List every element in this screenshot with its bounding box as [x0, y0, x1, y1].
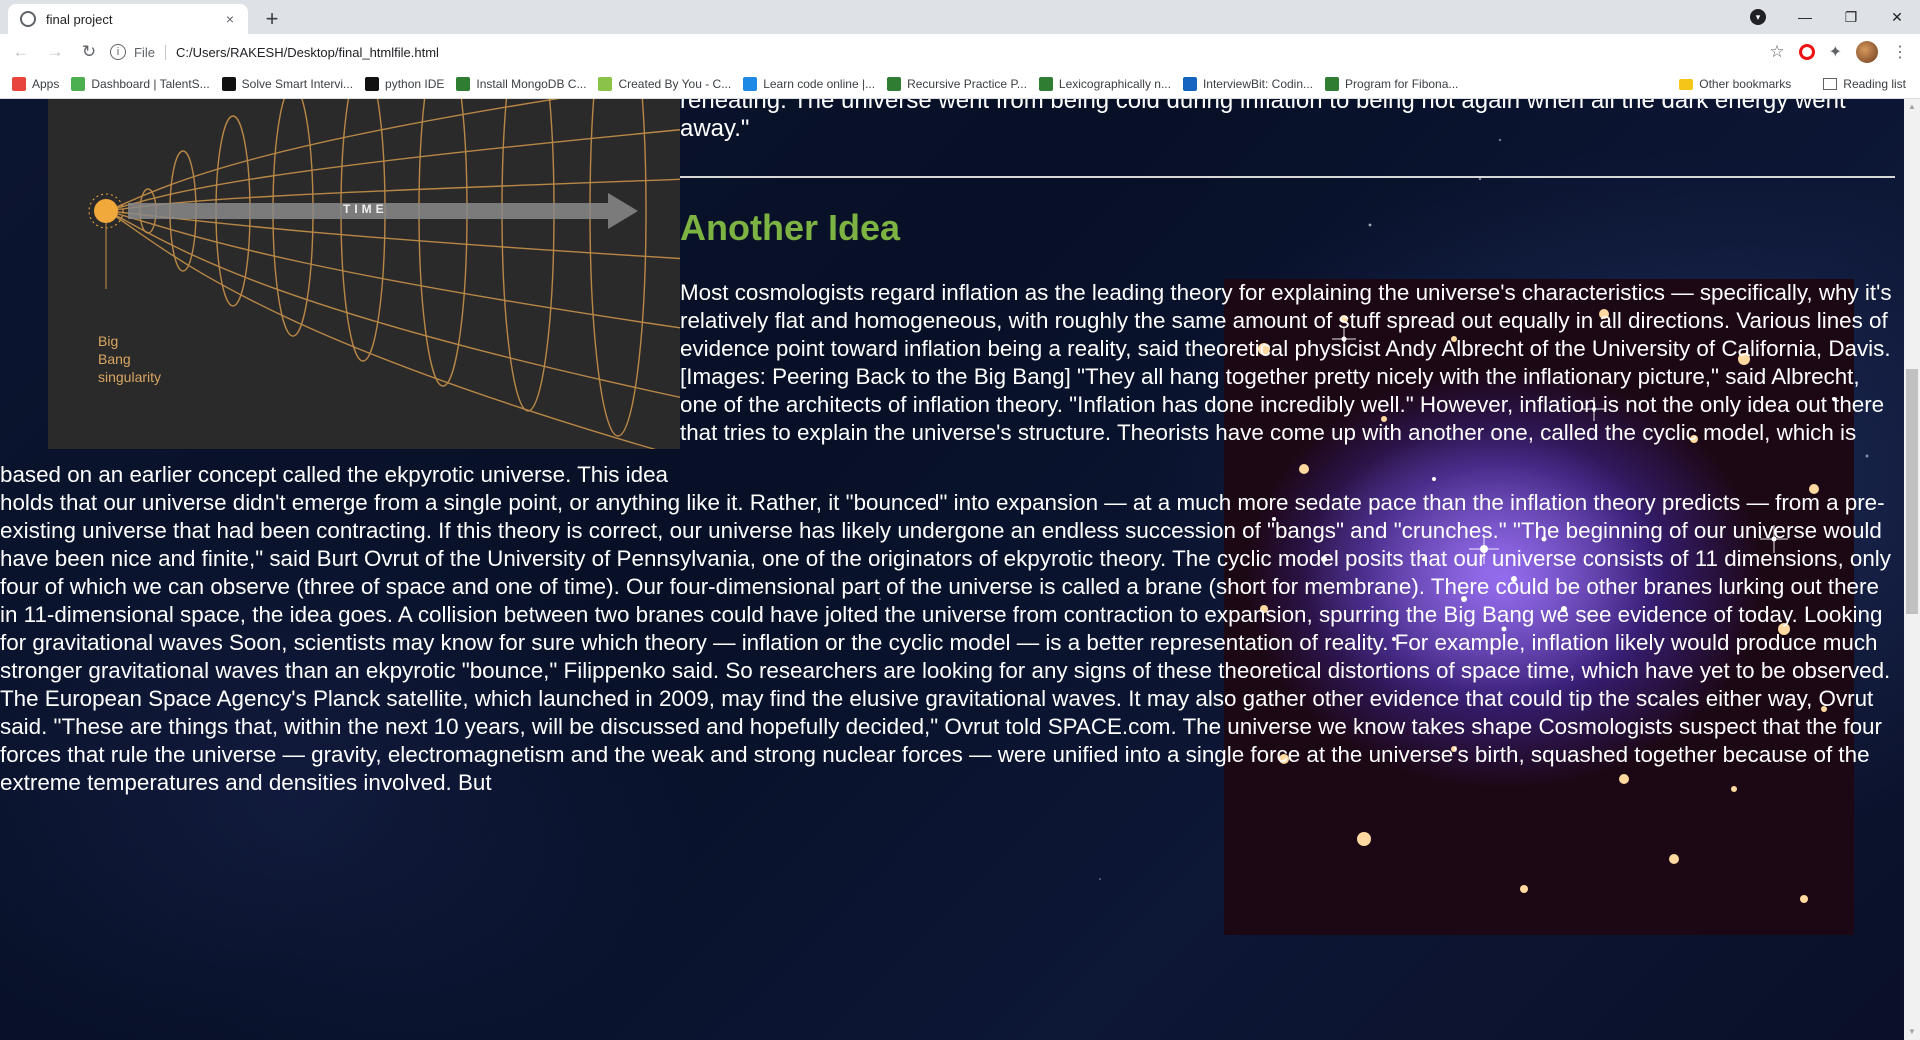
bookmark-star-icon[interactable]: ☆	[1769, 42, 1784, 62]
window-controls: ▾ — ❐ ✕	[1750, 0, 1920, 34]
restore-button[interactable]: ❐	[1828, 9, 1874, 26]
bookmark-label: Solve Smart Intervi...	[241, 77, 354, 91]
back-icon[interactable]: ←	[8, 42, 34, 62]
bookmark-label: Dashboard | TalentS...	[91, 77, 210, 91]
gfg-icon	[1038, 77, 1053, 91]
bookmark-label: Recursive Practice P...	[907, 77, 1027, 91]
url-text[interactable]: C:/Users/RAKESH/Desktop/final_htmlfile.h…	[176, 45, 439, 60]
other-bookmarks[interactable]: Other bookmarks	[1679, 77, 1791, 91]
bookmarks-bar: Apps Dashboard | TalentS... Solve Smart …	[0, 70, 1920, 99]
play-icon	[743, 77, 758, 91]
tab-title: final project	[46, 11, 113, 27]
page-viewport: TIME Big Bang singularity reheating. The…	[0, 99, 1904, 1040]
interview-icon	[221, 77, 236, 91]
bookmark-item[interactable]: Solve Smart Intervi...	[221, 77, 354, 91]
bookmark-item[interactable]: Learn code online |...	[743, 77, 875, 91]
apps-grid-icon	[12, 77, 26, 91]
browser-toolbar: ← → ↻ i File C:/Users/RAKESH/Desktop/fin…	[0, 34, 1920, 70]
gfg-icon	[1325, 77, 1340, 91]
bookmarks-bar-right: Other bookmarks Reading list	[1667, 70, 1906, 98]
section-heading: Another Idea	[680, 207, 901, 248]
talent-icon	[71, 77, 86, 91]
interviewbit-icon	[1182, 77, 1197, 91]
reading-list[interactable]: Reading list	[1823, 77, 1906, 91]
opera-extension-icon[interactable]	[1798, 44, 1815, 60]
gfg-icon	[887, 77, 902, 91]
profile-avatar[interactable]	[1856, 41, 1878, 63]
forward-icon[interactable]: →	[42, 42, 68, 62]
bookmark-item[interactable]: Lexicographically n...	[1038, 77, 1171, 91]
tab-strip: final project × + ▾ — ❐ ✕	[0, 0, 1920, 34]
bookmark-label: InterviewBit: Codin...	[1202, 77, 1314, 91]
extensions-icon[interactable]: ✦	[1829, 42, 1842, 62]
other-bookmarks-label: Other bookmarks	[1699, 77, 1792, 91]
page-scrollbar[interactable]: ▲ ▼	[1904, 99, 1920, 1040]
bookmark-item[interactable]: Dashboard | TalentS...	[71, 77, 210, 91]
bookmark-item[interactable]: Recursive Practice P...	[887, 77, 1027, 91]
close-window-button[interactable]: ✕	[1874, 9, 1920, 26]
bookmark-label: Lexicographically n...	[1058, 77, 1171, 91]
bookmark-item[interactable]: Program for Fibona...	[1325, 77, 1458, 91]
previous-section-quote: reheating. The universe went from being …	[680, 99, 1846, 142]
bookmark-item[interactable]: Created By You - C...	[598, 77, 731, 91]
reload-icon[interactable]: ↻	[76, 42, 102, 62]
codepen-icon	[598, 77, 613, 91]
bookmark-label: Created By You - C...	[618, 77, 732, 91]
reading-list-label: Reading list	[1843, 77, 1906, 91]
bookmark-item[interactable]: python IDE	[365, 77, 444, 91]
article-body: Most cosmologists regard inflation as th…	[0, 279, 1895, 797]
scroll-up-icon[interactable]: ▲	[1904, 99, 1920, 115]
info-icon[interactable]: i	[110, 44, 126, 60]
file-scheme-label: File	[134, 44, 166, 60]
section-divider	[680, 176, 1895, 178]
bookmark-item[interactable]: InterviewBit: Codin...	[1182, 77, 1314, 91]
browser-tab[interactable]: final project ×	[8, 4, 248, 34]
folder-icon	[1679, 78, 1694, 90]
address-bar[interactable]: i File C:/Users/RAKESH/Desktop/final_htm…	[110, 37, 1750, 67]
python-icon	[365, 77, 380, 91]
minimize-button[interactable]: —	[1782, 9, 1828, 25]
time-label: TIME	[343, 202, 388, 216]
bookmark-label: Program for Fibona...	[1345, 77, 1459, 91]
singularity-dot	[94, 199, 118, 223]
tab-search-icon[interactable]: ▾	[1750, 9, 1766, 25]
toolbar-actions: ☆ ✦ ⋮	[1769, 34, 1908, 70]
scroll-thumb[interactable]	[1906, 369, 1918, 614]
bookmark-label: python IDE	[385, 77, 445, 91]
mongodb-icon	[456, 77, 471, 91]
globe-icon	[20, 11, 36, 27]
bookmark-label: Apps	[32, 77, 60, 91]
scroll-down-icon[interactable]: ▼	[1904, 1024, 1920, 1040]
bookmark-label: Install MongoDB C...	[476, 77, 587, 91]
new-tab-button[interactable]: +	[260, 6, 284, 32]
bookmark-label: Learn code online |...	[763, 77, 876, 91]
reading-list-icon	[1823, 78, 1838, 90]
bookmark-item[interactable]: Install MongoDB C...	[456, 77, 586, 91]
bookmark-item[interactable]: Apps	[12, 77, 59, 91]
kebab-menu-icon[interactable]: ⋮	[1892, 42, 1908, 62]
tab-close-icon[interactable]: ×	[220, 11, 240, 27]
